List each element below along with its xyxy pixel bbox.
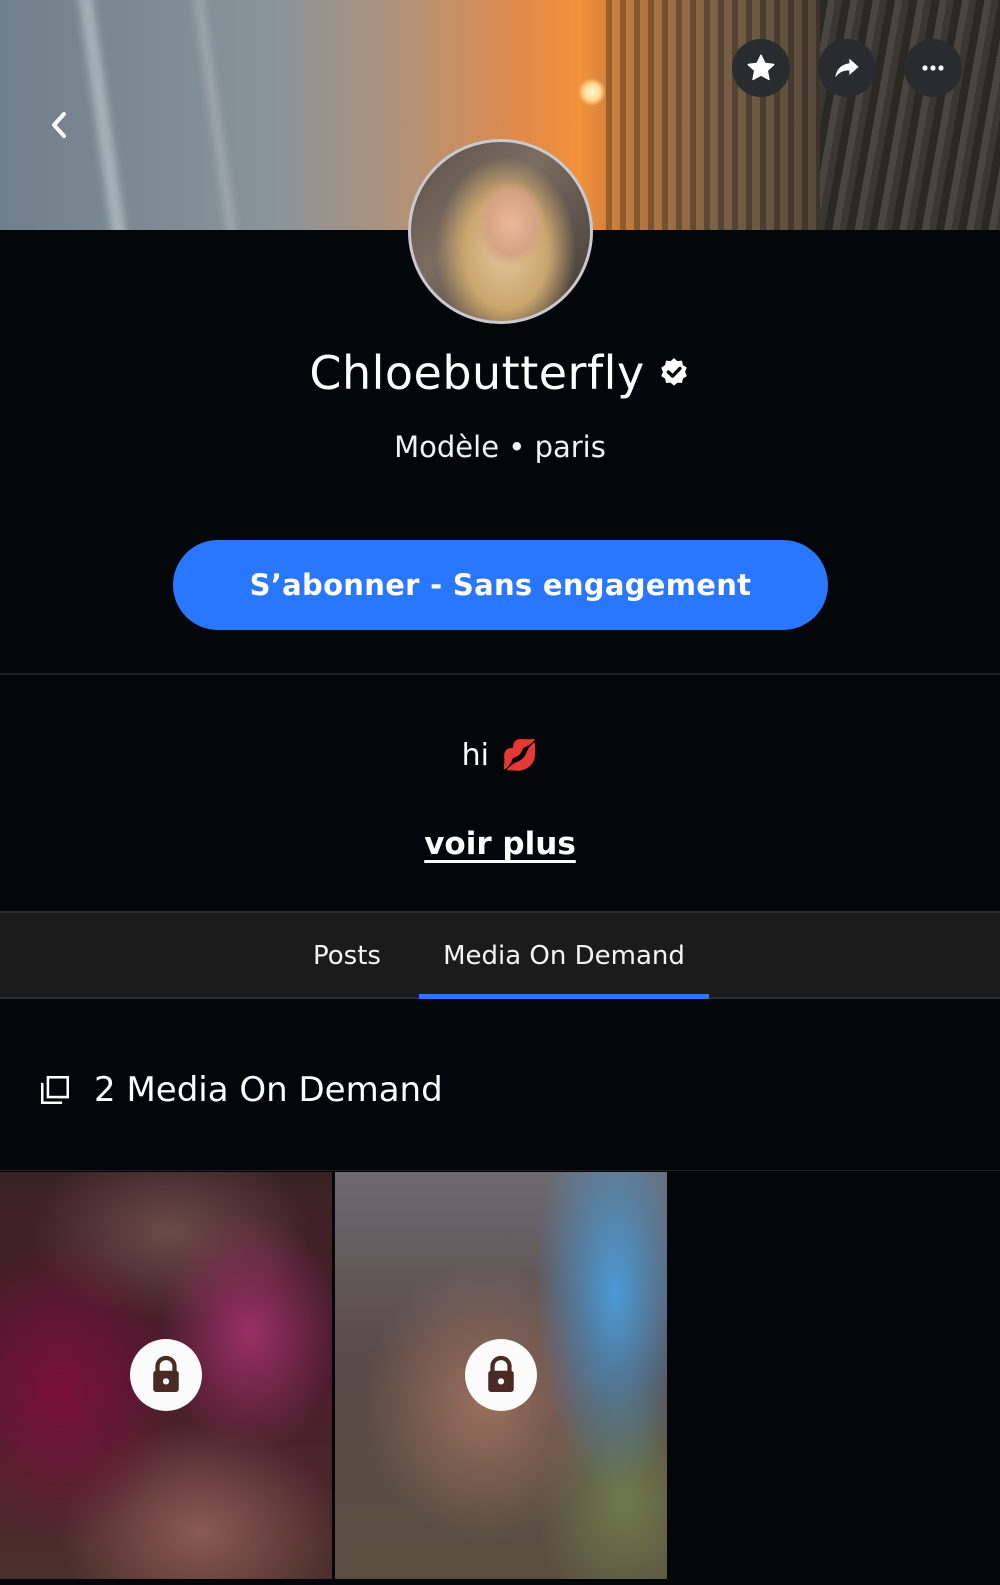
lips-emoji-icon: 💋: [501, 738, 539, 773]
ellipsis-icon: [922, 65, 944, 71]
share-button[interactable]: [818, 39, 876, 97]
avatar[interactable]: [408, 139, 593, 324]
lock-icon: [488, 1355, 514, 1392]
bio: hi 💋: [0, 738, 1000, 773]
verified-badge-icon: [660, 358, 687, 386]
lock-icon: [153, 1355, 179, 1392]
cover-rocks: [820, 0, 1000, 230]
profile-name-row: Chloebutterfly: [0, 346, 1000, 400]
profile-name: Chloebutterfly: [309, 346, 645, 400]
media-stack-icon: [40, 1075, 70, 1105]
media-tile[interactable]: [0, 1172, 332, 1579]
profile-tabs: Posts Media On Demand: [0, 911, 1000, 999]
section-header: 2 Media On Demand: [38, 1070, 443, 1110]
bio-text: hi: [461, 738, 489, 773]
divider: [0, 1170, 1000, 1171]
lock-badge: [130, 1339, 202, 1411]
star-icon: [747, 54, 775, 81]
lock-badge: [465, 1339, 537, 1411]
cover-cloud: [76, 0, 128, 230]
see-more-link[interactable]: voir plus: [0, 826, 1000, 862]
chevron-left-icon: [52, 112, 66, 138]
cover-sea: [606, 0, 836, 230]
section-title: 2 Media On Demand: [94, 1070, 443, 1110]
profile-subtitle: Modèle • paris: [394, 430, 606, 464]
subscribe-button[interactable]: S’abonner - Sans engagement: [173, 540, 828, 630]
favorite-button[interactable]: [732, 39, 790, 97]
back-button[interactable]: [38, 104, 80, 146]
share-icon: [835, 58, 859, 78]
active-tab-indicator: [419, 994, 709, 999]
cover-cloud: [191, 0, 239, 230]
media-tile[interactable]: [335, 1172, 667, 1579]
tab-media-on-demand[interactable]: Media On Demand: [419, 913, 709, 999]
more-options-button[interactable]: [904, 39, 962, 97]
tab-posts[interactable]: Posts: [300, 913, 394, 999]
divider: [0, 673, 1000, 675]
